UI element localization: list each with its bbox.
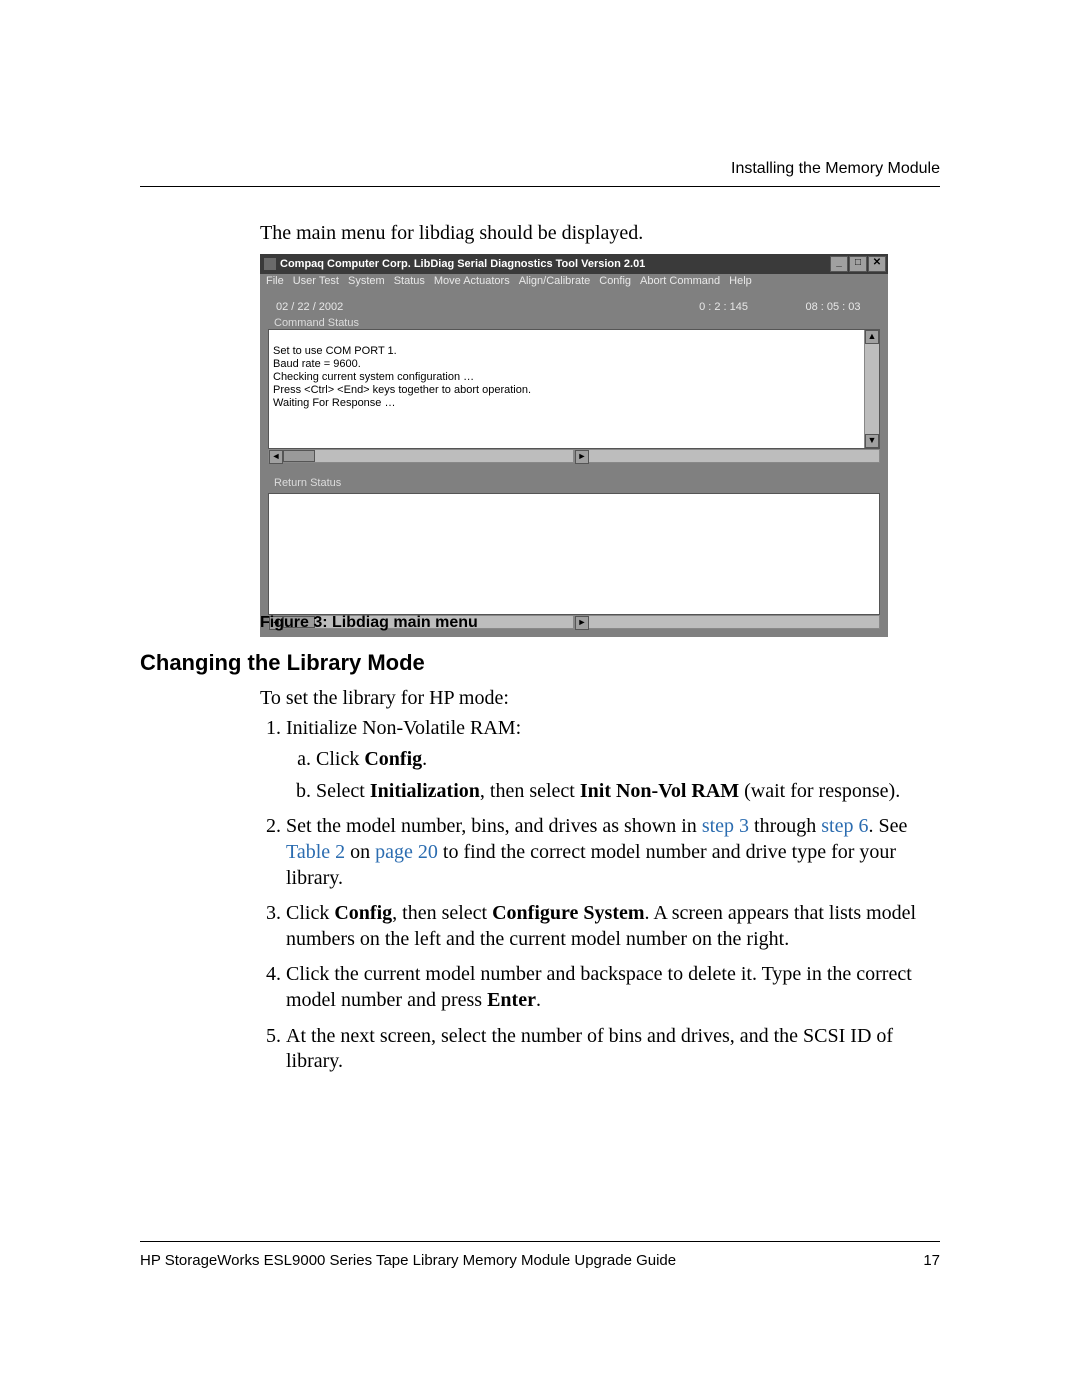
lead-in: To set the library for HP mode: — [260, 686, 940, 712]
ui-term: Initialization — [370, 780, 480, 802]
footer: HP StorageWorks ESL9000 Series Tape Libr… — [140, 1252, 940, 1269]
ui-term: Config — [364, 748, 422, 770]
menu-status[interactable]: Status — [394, 275, 425, 287]
substep-list: Click Config. Select Initialization, the… — [286, 747, 940, 804]
app-icon — [264, 258, 276, 270]
ui-term: Config — [334, 902, 392, 924]
log-line: Waiting For Response … — [273, 397, 395, 409]
step-text: At the next screen, select the number of… — [286, 1025, 893, 1073]
list-item: Set the model number, bins, and drives a… — [286, 814, 940, 891]
command-status-pane[interactable]: Set to use COM PORT 1. Baud rate = 9600.… — [268, 329, 880, 449]
step-text: Select — [316, 780, 370, 802]
list-item: Select Initialization, then select Init … — [316, 779, 940, 805]
scroll-right-icon[interactable]: ► — [575, 450, 589, 464]
command-status-hscroll: ◄ ► — [268, 449, 880, 463]
status-row: 02 / 22 / 2002 0 : 2 : 145 08 : 05 : 03 — [268, 295, 880, 315]
list-item: Click Config. — [316, 747, 940, 773]
step-text: Set the model number, bins, and drives a… — [286, 815, 702, 837]
scroll-down-icon[interactable]: ▼ — [865, 434, 879, 448]
scroll-left-icon[interactable]: ◄ — [269, 450, 283, 464]
step-text: on — [345, 841, 375, 863]
window-title: Compaq Computer Corp. LibDiag Serial Dia… — [280, 258, 829, 270]
title-bar[interactable]: Compaq Computer Corp. LibDiag Serial Dia… — [260, 254, 888, 274]
horizontal-scrollbar[interactable]: ◄ — [268, 449, 574, 463]
vertical-scrollbar[interactable]: ▲ ▼ — [864, 330, 879, 448]
minimize-button[interactable]: _ — [830, 256, 848, 272]
return-status-label: Return Status — [274, 477, 880, 489]
scroll-up-icon[interactable]: ▲ — [865, 330, 879, 344]
menu-move-actuators[interactable]: Move Actuators — [434, 275, 510, 287]
status-elapsed: 0 : 2 : 145 — [343, 301, 788, 313]
libdiag-window: Compaq Computer Corp. LibDiag Serial Dia… — [260, 254, 888, 637]
command-status-label: Command Status — [274, 317, 880, 329]
ui-term: Enter — [487, 989, 536, 1011]
cross-ref[interactable]: step 3 — [702, 815, 749, 837]
header-rule — [140, 186, 940, 187]
running-head: Installing the Memory Module — [731, 160, 940, 178]
horizontal-scrollbar[interactable]: ► — [574, 615, 880, 629]
menu-bar: File User Test System Status Move Actuat… — [260, 274, 888, 289]
footer-doc-title: HP StorageWorks ESL9000 Series Tape Libr… — [140, 1252, 880, 1269]
status-date: 02 / 22 / 2002 — [276, 301, 343, 313]
log-line: Checking current system configuration … — [273, 371, 474, 383]
step-text: Click — [316, 748, 364, 770]
menu-abort-command[interactable]: Abort Command — [640, 275, 720, 287]
ui-term: Init Non-Vol RAM — [580, 780, 739, 802]
status-clock: 08 : 05 : 03 — [788, 301, 878, 313]
step-text: Click — [286, 902, 334, 924]
footer-rule — [140, 1241, 940, 1242]
menu-file[interactable]: File — [266, 275, 284, 287]
step-list: Initialize Non-Volatile RAM: Click Confi… — [260, 716, 940, 1075]
section-heading: Changing the Library Mode — [140, 650, 425, 676]
step-text: , then select — [392, 902, 492, 924]
log-line: Set to use COM PORT 1. — [273, 345, 397, 357]
cross-ref[interactable]: Table 2 — [286, 841, 345, 863]
intro-paragraph: The main menu for libdiag should be disp… — [260, 222, 643, 245]
step-text: Click the current model number and backs… — [286, 963, 912, 1011]
list-item: Click Config, then select Configure Syst… — [286, 901, 940, 952]
step-text: Initialize Non-Volatile RAM: — [286, 717, 521, 739]
menu-align-calibrate[interactable]: Align/Calibrate — [519, 275, 591, 287]
step-text: , then select — [480, 780, 580, 802]
page-number: 17 — [880, 1252, 940, 1269]
client-area: 02 / 22 / 2002 0 : 2 : 145 08 : 05 : 03 … — [260, 289, 888, 637]
cross-ref[interactable]: step 6 — [821, 815, 868, 837]
horizontal-scrollbar[interactable]: ► — [574, 449, 880, 463]
maximize-button[interactable]: □ — [849, 256, 867, 272]
step-text: . — [422, 748, 427, 770]
log-line: Press <Ctrl> <End> keys together to abor… — [273, 384, 531, 396]
procedure-body: To set the library for HP mode: Initiali… — [260, 686, 940, 1085]
figure-caption: Figure 3: Libdiag main menu — [260, 614, 478, 632]
list-item: Initialize Non-Volatile RAM: Click Confi… — [286, 716, 940, 805]
menu-user-test[interactable]: User Test — [293, 275, 339, 287]
step-text: . See — [868, 815, 907, 837]
list-item: Click the current model number and backs… — [286, 962, 940, 1013]
cross-ref[interactable]: page 20 — [375, 841, 438, 863]
return-status-pane[interactable] — [268, 493, 880, 615]
page: Installing the Memory Module The main me… — [0, 0, 1080, 1397]
step-text: . — [536, 989, 541, 1011]
log-line: Baud rate = 9600. — [273, 358, 361, 370]
step-text: through — [749, 815, 821, 837]
scroll-right-icon[interactable]: ► — [575, 616, 589, 630]
step-text: (wait for response). — [739, 780, 900, 802]
scroll-thumb[interactable] — [283, 450, 315, 462]
menu-help[interactable]: Help — [729, 275, 752, 287]
list-item: At the next screen, select the number of… — [286, 1024, 940, 1075]
close-button[interactable]: ✕ — [868, 256, 886, 272]
menu-system[interactable]: System — [348, 275, 385, 287]
ui-term: Configure System — [492, 902, 644, 924]
menu-config[interactable]: Config — [599, 275, 631, 287]
